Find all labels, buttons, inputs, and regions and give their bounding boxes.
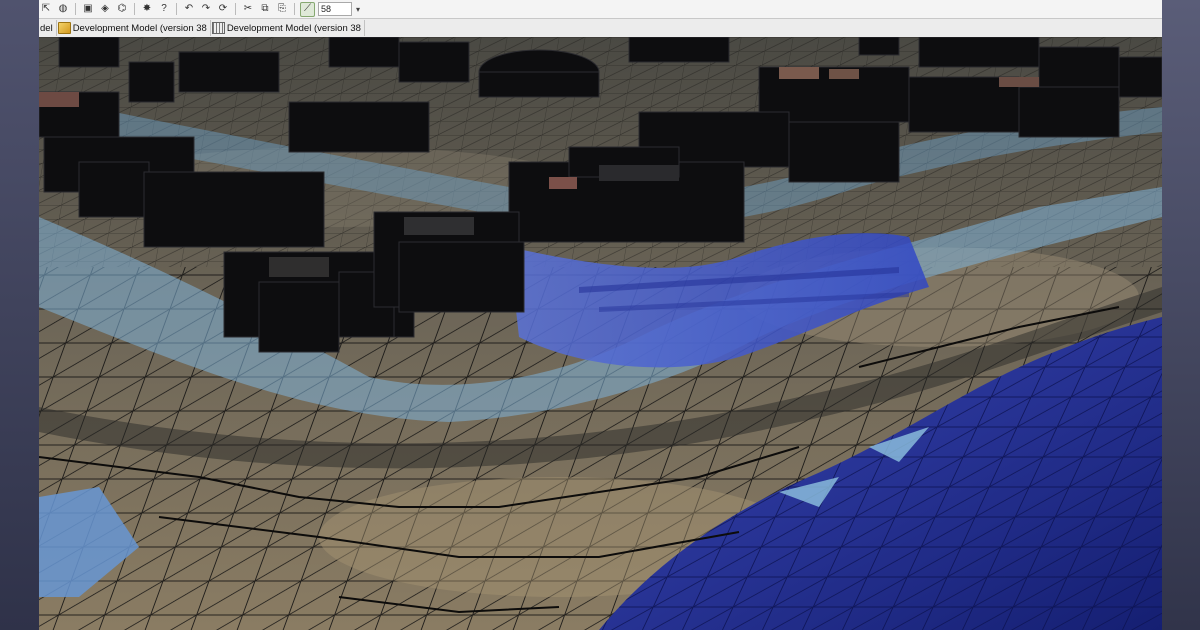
building	[918, 37, 1040, 68]
grid-icon	[211, 22, 225, 34]
redo-icon[interactable]: ↷	[199, 2, 213, 16]
tab-label: Development Model (version 38	[72, 22, 207, 34]
toolbar-separator	[294, 3, 295, 15]
bug-icon[interactable]: ✸	[140, 2, 154, 16]
profile-icon[interactable]: ⟋	[300, 1, 315, 17]
building	[398, 41, 470, 83]
rooftop	[269, 257, 329, 277]
building	[1038, 46, 1120, 88]
rooftop	[404, 217, 474, 235]
right-background-border	[1162, 0, 1200, 630]
run-icon[interactable]: ⟳	[216, 2, 230, 16]
tab-development-model-2[interactable]: Development Model (version 38	[211, 20, 365, 36]
layers-icon[interactable]: ◈	[98, 2, 112, 16]
zoom-input[interactable]: 58	[318, 2, 352, 16]
rooftop	[829, 69, 859, 79]
building	[58, 37, 120, 68]
building	[288, 101, 430, 153]
toolbar-separator	[235, 3, 236, 15]
rooftop	[599, 165, 679, 181]
building	[328, 37, 400, 68]
save-icon[interactable]: ▣	[81, 2, 95, 16]
copy-icon[interactable]: ⧉	[258, 2, 272, 16]
3d-flood-map-viewport[interactable]	[39, 37, 1162, 630]
toolbar-separator	[75, 3, 76, 15]
building	[788, 121, 900, 183]
select-icon[interactable]: ⇱	[39, 2, 53, 16]
building	[178, 51, 280, 93]
document-tabs: del Development Model (version 38 Develo…	[39, 19, 1162, 38]
help-icon[interactable]: ?	[157, 2, 171, 16]
left-background-border	[0, 0, 39, 630]
building	[1018, 86, 1120, 138]
building	[1118, 56, 1162, 98]
building	[398, 241, 525, 313]
tab-development-model-1[interactable]: Development Model (version 38	[57, 20, 211, 36]
building	[258, 281, 340, 353]
model-icon	[57, 22, 71, 34]
rooftop	[549, 177, 577, 189]
flood-scene-svg	[39, 37, 1162, 630]
network-icon[interactable]: ⌬	[115, 2, 129, 16]
building	[143, 171, 325, 248]
main-toolbar: ⇱ ◍ ▣ ◈ ⌬ ✸ ? ↶ ↷ ⟳ ✂ ⧉ ⎘ ⟋ 58 ▾	[39, 0, 1162, 19]
tab-model[interactable]: del	[39, 20, 57, 36]
globe-icon[interactable]: ◍	[56, 2, 70, 16]
toolbar-separator	[134, 3, 135, 15]
building	[858, 37, 900, 56]
rooftop	[779, 67, 819, 79]
paste-icon[interactable]: ⎘	[275, 2, 289, 16]
tab-label: del	[40, 22, 53, 34]
undo-icon[interactable]: ↶	[182, 2, 196, 16]
building	[78, 161, 150, 218]
building	[628, 37, 730, 63]
rooftop	[999, 77, 1039, 87]
cut-icon[interactable]: ✂	[241, 2, 255, 16]
tab-label: Development Model (version 38	[226, 22, 361, 34]
building	[128, 61, 175, 103]
building	[478, 71, 600, 98]
chevron-down-icon[interactable]: ▾	[356, 5, 360, 14]
toolbar-separator	[176, 3, 177, 15]
application-window: ⇱ ◍ ▣ ◈ ⌬ ✸ ? ↶ ↷ ⟳ ✂ ⧉ ⎘ ⟋ 58 ▾ del Dev…	[39, 0, 1162, 630]
rooftop	[39, 92, 79, 107]
